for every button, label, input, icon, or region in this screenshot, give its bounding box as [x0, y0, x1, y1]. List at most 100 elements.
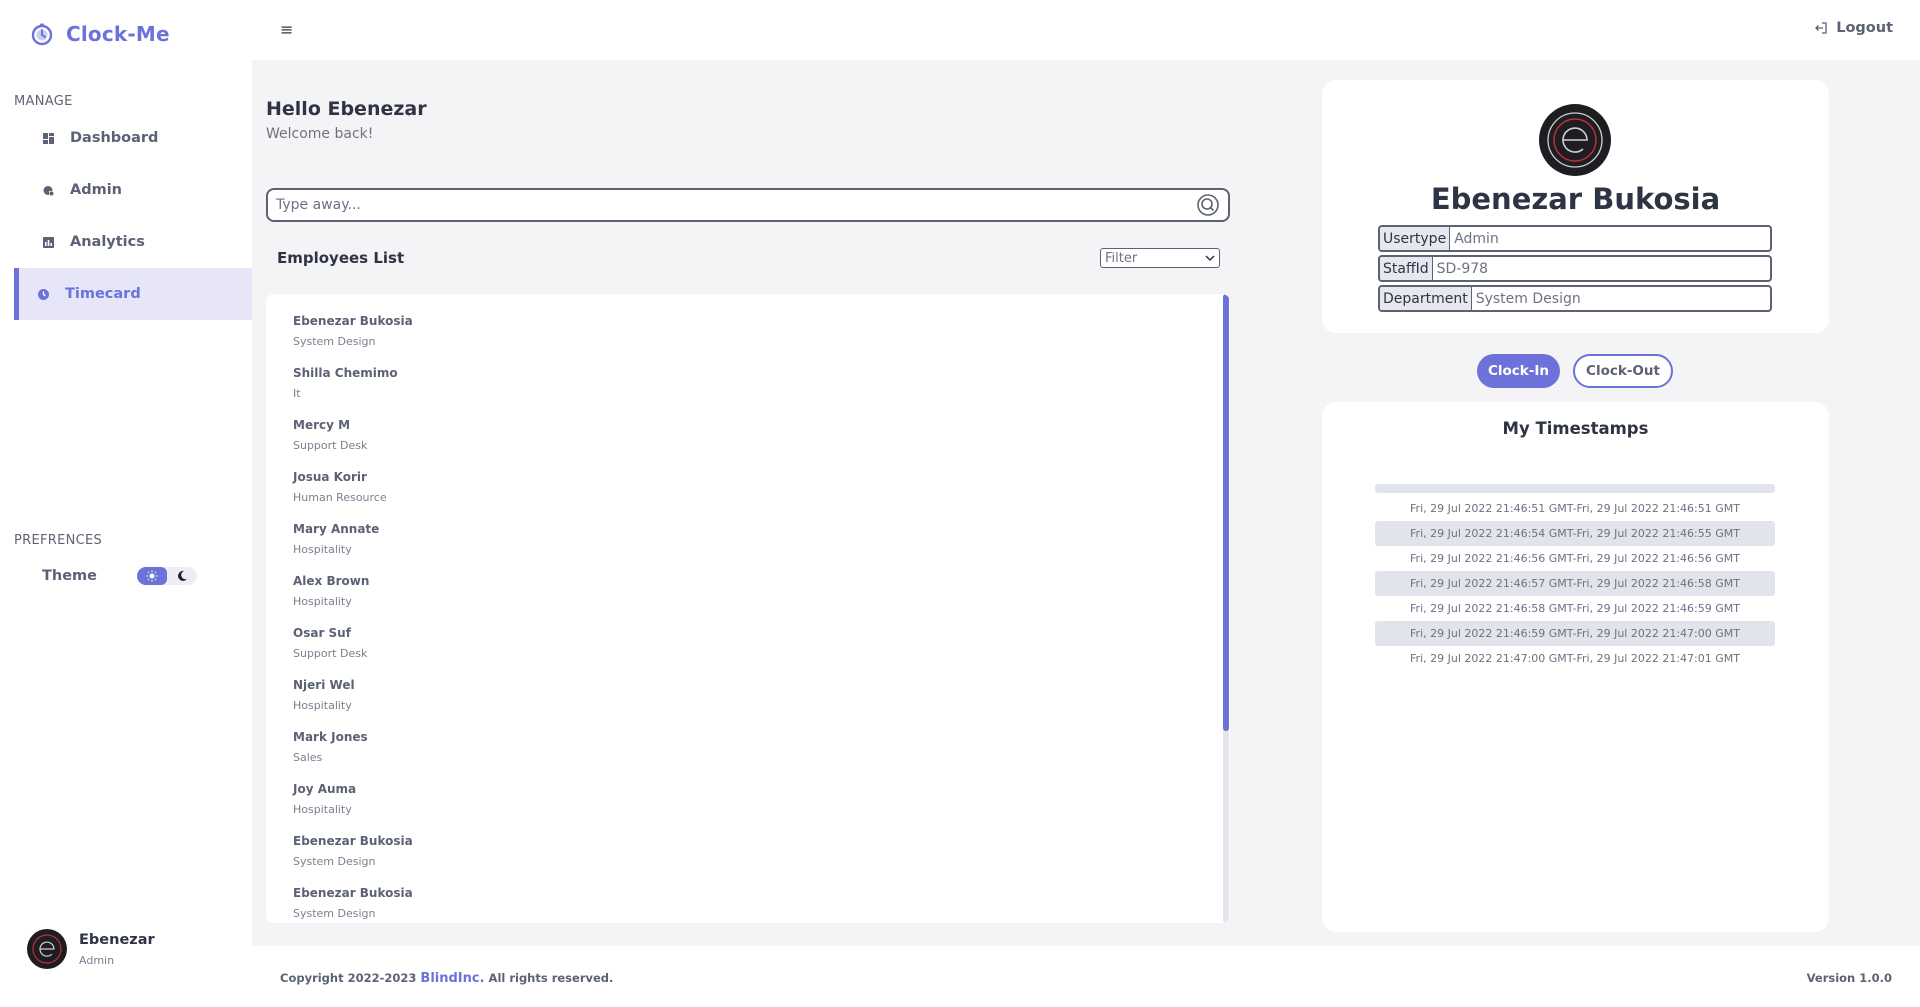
sidebar-item-timecard[interactable]: Timecard	[14, 268, 252, 320]
timestamps-card: My Timestamps Fri, 29 Jul 2022 21:46:51 …	[1322, 402, 1829, 932]
sun-icon[interactable]	[137, 567, 167, 585]
dashboard-icon	[42, 132, 54, 144]
employee-department: Hospitality	[293, 543, 352, 556]
employee-name: Alex Brown	[293, 574, 370, 588]
sidebar: Clock-Me MANAGE Dashboard Admin Analytic…	[0, 0, 252, 1007]
welcome-text: Welcome back!	[266, 126, 374, 142]
moon-icon[interactable]	[167, 567, 197, 585]
sidebar-item-analytics[interactable]: Analytics	[14, 216, 252, 268]
list-item[interactable]: Joy Auma Hospitality	[293, 782, 1173, 834]
logout-label: Logout	[1836, 20, 1893, 36]
usertype-field: Usertype Admin	[1378, 225, 1772, 252]
employees-list-title: Employees List	[277, 249, 405, 267]
sidebar-nav: Dashboard Admin Analytics Timecard	[14, 112, 252, 320]
field-value: Admin	[1454, 230, 1499, 247]
manage-section-title: MANAGE	[14, 94, 73, 109]
sidebar-profile[interactable]: Ebenezar Admin	[27, 929, 155, 969]
sidebar-item-dashboard[interactable]: Dashboard	[14, 112, 252, 164]
topbar: ≡ Logout	[252, 0, 1920, 60]
list-item[interactable]: Mary Annate Hospitality	[293, 522, 1173, 574]
footer: Copyright 2022-2023 BlindInc. All rights…	[252, 946, 1920, 1007]
employee-department: Sales	[293, 751, 323, 764]
field-label: StaffId	[1380, 257, 1433, 280]
theme-row: Theme	[42, 567, 197, 585]
profile-full-name: Ebenezar Bukosia	[1430, 182, 1721, 216]
employee-name: Mark Jones	[293, 730, 368, 744]
brand[interactable]: Clock-Me	[30, 22, 170, 46]
timestamps-header-bar	[1375, 484, 1775, 493]
employees-list: Ebenezar Bukosia System Design Shilla Chem…	[266, 294, 1230, 923]
avatar	[27, 929, 67, 969]
employee-name: Osar Suf	[293, 626, 351, 640]
search-input[interactable]	[276, 197, 1196, 213]
timestamps-list: Fri, 29 Jul 2022 21:46:51 GMT-Fri, 29 Ju…	[1375, 484, 1775, 671]
timestamp-row: Fri, 29 Jul 2022 21:47:00 GMT-Fri, 29 Ju…	[1410, 652, 1740, 665]
timestamp-row: Fri, 29 Jul 2022 21:46:57 GMT-Fri, 29 Ju…	[1375, 571, 1775, 596]
list-item[interactable]: Osar Suf Support Desk	[293, 626, 1173, 678]
search-bar	[266, 188, 1230, 222]
theme-toggle[interactable]	[137, 567, 197, 585]
hamburger-menu-icon[interactable]: ≡	[280, 20, 293, 39]
profile-avatar	[1539, 104, 1611, 176]
list-item[interactable]: Mercy M Support Desk	[293, 418, 1173, 470]
field-value: SD-978	[1436, 260, 1489, 277]
employees-list-items: Ebenezar Bukosia System Design Shilla Chem…	[293, 314, 1173, 923]
sidebar-item-admin[interactable]: Admin	[14, 164, 252, 216]
employee-name: Ebenezar Bukosia	[293, 314, 413, 328]
timestamp-row: Fri, 29 Jul 2022 21:46:56 GMT-Fri, 29 Ju…	[1410, 552, 1740, 565]
employee-department: Hospitality	[293, 699, 352, 712]
sidebar-item-label: Timecard	[65, 286, 141, 302]
filter-select[interactable]: Filter	[1100, 248, 1220, 268]
list-item[interactable]: Mark Jones Sales	[293, 730, 1173, 782]
list-item[interactable]: Shilla Chemimo It	[293, 366, 1173, 418]
timestamps-title: My Timestamps	[1502, 419, 1649, 438]
employee-name: Joy Auma	[293, 782, 357, 796]
search-icon[interactable]	[1196, 193, 1220, 217]
employee-department: Human Resource	[293, 491, 387, 504]
profile-name: Ebenezar	[79, 931, 155, 948]
list-item[interactable]: Ebenezar Bukosia System Design	[293, 886, 1173, 923]
field-label: Usertype	[1380, 227, 1451, 250]
sidebar-item-label: Admin	[70, 182, 123, 198]
employee-name: Mary Annate	[293, 522, 380, 536]
clock-out-button[interactable]: Clock-Out	[1573, 354, 1673, 388]
scrollbar-thumb[interactable]	[1223, 294, 1229, 731]
clock-icon	[37, 288, 49, 300]
profile-role: Admin	[79, 953, 115, 967]
employee-name: Njeri Wel	[293, 678, 355, 692]
logout-icon	[1815, 22, 1827, 34]
staffid-field: StaffId SD-978	[1378, 255, 1772, 282]
copyright-suffix: All rights reserved.	[488, 971, 614, 985]
list-item[interactable]: Njeri Wel Hospitality	[293, 678, 1173, 730]
list-item[interactable]: Ebenezar Bukosia System Design	[293, 314, 1173, 366]
chevron-down-icon	[1205, 255, 1215, 262]
logout-button[interactable]: Logout	[1814, 20, 1893, 36]
copyright-prefix: Copyright 2022-2023	[280, 971, 417, 985]
employee-name: Shilla Chemimo	[293, 366, 398, 380]
field-label: Department	[1380, 287, 1472, 310]
employee-name: Mercy M	[293, 418, 351, 432]
list-item[interactable]: Alex Brown Hospitality	[293, 574, 1173, 626]
employee-department: System Design	[293, 907, 376, 920]
version-label: Version 1.0.0	[1806, 971, 1892, 985]
employee-department: Support Desk	[293, 647, 368, 660]
profile-card: Ebenezar Bukosia Usertype Admin StaffId …	[1322, 80, 1829, 333]
greeting-title: Hello Ebenezar	[266, 98, 427, 120]
timestamp-row: Fri, 29 Jul 2022 21:46:58 GMT-Fri, 29 Ju…	[1410, 602, 1740, 615]
sidebar-item-label: Analytics	[70, 234, 145, 250]
list-item[interactable]: Josua Korir Human Resource	[293, 470, 1173, 522]
brand-link[interactable]: BlindInc.	[420, 971, 484, 986]
employee-name: Ebenezar Bukosia	[293, 886, 413, 900]
department-field: Department System Design	[1378, 285, 1772, 312]
employee-name: Ebenezar Bukosia	[293, 834, 413, 848]
sidebar-item-label: Dashboard	[70, 130, 159, 146]
employee-department: Support Desk	[293, 439, 368, 452]
employee-department: Hospitality	[293, 803, 352, 816]
list-item[interactable]: Ebenezar Bukosia System Design	[293, 834, 1173, 886]
stopwatch-icon	[31, 23, 53, 46]
theme-label: Theme	[42, 568, 97, 584]
filter-label: Filter	[1105, 250, 1138, 266]
timestamp-row: Fri, 29 Jul 2022 21:46:51 GMT-Fri, 29 Ju…	[1410, 502, 1740, 515]
preferences-section-title: PREFRENCES	[14, 533, 103, 548]
clock-in-button[interactable]: Clock-In	[1477, 354, 1560, 388]
